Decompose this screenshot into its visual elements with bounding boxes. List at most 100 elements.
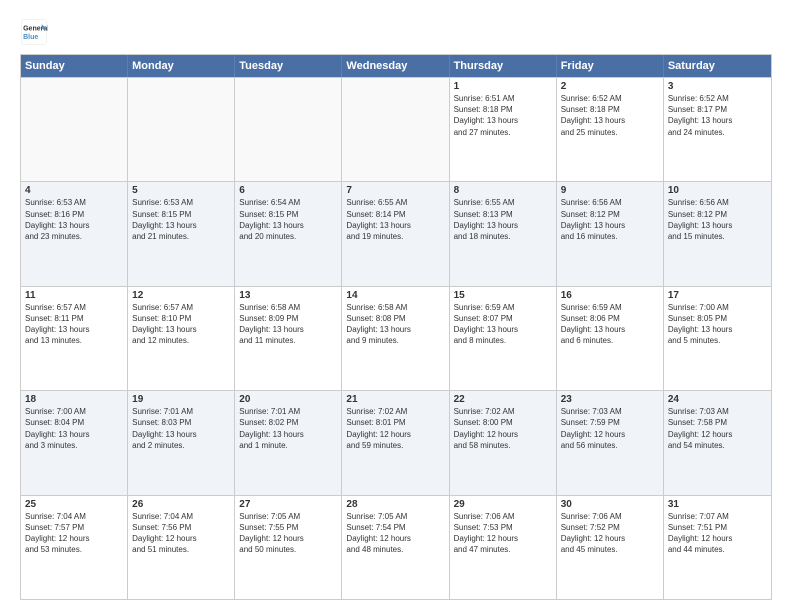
day-info: Sunrise: 7:06 AMSunset: 7:52 PMDaylight:… [561, 511, 659, 556]
daylight-info: and 9 minutes. [346, 336, 398, 345]
sun-info: Sunrise: 7:02 AM [346, 407, 407, 416]
day-number: 24 [668, 394, 767, 405]
sun-info: Sunset: 8:09 PM [239, 314, 298, 323]
sun-info: Sunset: 8:13 PM [454, 210, 513, 219]
day-info: Sunrise: 6:51 AMSunset: 8:18 PMDaylight:… [454, 93, 552, 138]
daylight-info: Daylight: 12 hours [132, 534, 196, 543]
page: General Blue SundayMondayTuesdayWednesda… [0, 0, 792, 612]
daylight-info: Daylight: 12 hours [561, 430, 625, 439]
sun-info: Sunrise: 7:01 AM [239, 407, 300, 416]
sun-info: Sunset: 7:57 PM [25, 523, 84, 532]
sun-info: Sunset: 8:16 PM [25, 210, 84, 219]
day-number: 5 [132, 185, 230, 196]
sun-info: Sunrise: 6:52 AM [561, 94, 622, 103]
daylight-info: Daylight: 13 hours [132, 221, 196, 230]
sun-info: Sunset: 8:06 PM [561, 314, 620, 323]
week-row-4: 18Sunrise: 7:00 AMSunset: 8:04 PMDayligh… [21, 390, 771, 494]
daylight-info: and 19 minutes. [346, 232, 403, 241]
daylight-info: Daylight: 13 hours [346, 221, 410, 230]
sun-info: Sunset: 8:07 PM [454, 314, 513, 323]
daylight-info: Daylight: 13 hours [668, 325, 732, 334]
daylight-info: Daylight: 13 hours [668, 221, 732, 230]
day-info: Sunrise: 6:53 AMSunset: 8:16 PMDaylight:… [25, 197, 123, 242]
sun-info: Sunrise: 7:03 AM [668, 407, 729, 416]
day-cell-3: 3Sunrise: 6:52 AMSunset: 8:17 PMDaylight… [664, 78, 771, 181]
day-info: Sunrise: 6:59 AMSunset: 8:07 PMDaylight:… [454, 302, 552, 347]
daylight-info: Daylight: 12 hours [346, 430, 410, 439]
sun-info: Sunrise: 7:06 AM [454, 512, 515, 521]
day-info: Sunrise: 7:02 AMSunset: 8:01 PMDaylight:… [346, 406, 444, 451]
daylight-info: and 20 minutes. [239, 232, 296, 241]
day-cell-10: 10Sunrise: 6:56 AMSunset: 8:12 PMDayligh… [664, 182, 771, 285]
day-cell-6: 6Sunrise: 6:54 AMSunset: 8:15 PMDaylight… [235, 182, 342, 285]
sun-info: Sunset: 7:58 PM [668, 418, 727, 427]
sun-info: Sunset: 7:55 PM [239, 523, 298, 532]
day-cell-31: 31Sunrise: 7:07 AMSunset: 7:51 PMDayligh… [664, 496, 771, 599]
day-info: Sunrise: 6:56 AMSunset: 8:12 PMDaylight:… [561, 197, 659, 242]
day-number: 7 [346, 185, 444, 196]
logo-icon: General Blue [20, 18, 48, 46]
week-row-5: 25 Sunrise: 7:04 AM Sunset: 7:57 PM Dayligh… [21, 495, 771, 599]
sun-info: Sunset: 8:18 PM [454, 105, 513, 114]
day-number: 1 [454, 81, 552, 92]
daylight-info: and 12 minutes. [132, 336, 189, 345]
day-info: Sunrise: 7:01 AMSunset: 8:03 PMDaylight:… [132, 406, 230, 451]
day-info: Sunrise: 7:07 AMSunset: 7:51 PMDaylight:… [668, 511, 767, 556]
day-cell-19: 19Sunrise: 7:01 AMSunset: 8:03 PMDayligh… [128, 391, 235, 494]
day-cell-13: 13Sunrise: 6:58 AMSunset: 8:09 PMDayligh… [235, 287, 342, 390]
day-cell-18: 18Sunrise: 7:00 AMSunset: 8:04 PMDayligh… [21, 391, 128, 494]
header: General Blue [20, 18, 772, 46]
day-cell-22: 22Sunrise: 7:02 AMSunset: 8:00 PMDayligh… [450, 391, 557, 494]
sun-info: Sunset: 8:18 PM [561, 105, 620, 114]
daylight-info: and 18 minutes. [454, 232, 511, 241]
daylight-info: and 13 minutes. [25, 336, 82, 345]
sun-info: Sunrise: 7:00 AM [668, 303, 729, 312]
daylight-info: Daylight: 12 hours [668, 534, 732, 543]
sun-info: Sunset: 8:14 PM [346, 210, 405, 219]
day-number: 2 [561, 81, 659, 92]
sun-info: Sunrise: 6:57 AM [25, 303, 86, 312]
sun-info: Sunrise: 6:55 AM [346, 198, 407, 207]
sun-info: Sunrise: 7:06 AM [561, 512, 622, 521]
daylight-info: Daylight: 13 hours [346, 325, 410, 334]
day-info: Sunrise: 6:55 AM Sunset: 8:14 PM Daylight:… [346, 197, 444, 242]
daylight-info: and 2 minutes. [132, 441, 184, 450]
daylight-info: and 6 minutes. [561, 336, 613, 345]
calendar-header: SundayMondayTuesdayWednesdayThursdayFrid… [21, 55, 771, 77]
svg-text:General: General [23, 25, 48, 32]
day-cell-15: 15Sunrise: 6:59 AMSunset: 8:07 PMDayligh… [450, 287, 557, 390]
day-number: 27 [239, 499, 337, 510]
day-number: 17 [668, 290, 767, 301]
week-row-3: 11Sunrise: 6:57 AMSunset: 8:11 PMDayligh… [21, 286, 771, 390]
sun-info: Sunset: 8:03 PM [132, 418, 191, 427]
sun-info: Sunrise: 6:59 AM [454, 303, 515, 312]
day-info: Sunrise: 7:05 AMSunset: 7:54 PMDaylight:… [346, 511, 444, 556]
day-cell-23: 23Sunrise: 7:03 AMSunset: 7:59 PMDayligh… [557, 391, 664, 494]
daylight-info: and 11 minutes. [239, 336, 295, 345]
sun-info: Sunrise: 6:54 AM [239, 198, 300, 207]
sun-info: Sunset: 8:11 PM [25, 314, 84, 323]
day-cell-2: 2Sunrise: 6:52 AMSunset: 8:18 PMDaylight… [557, 78, 664, 181]
header-day-friday: Friday [557, 55, 664, 77]
day-cell-8: 8Sunrise: 6:55 AMSunset: 8:13 PMDaylight… [450, 182, 557, 285]
sun-info: Sunrise: 6:52 AM [668, 94, 729, 103]
sun-info: Sunrise: 7:04 AM [25, 512, 86, 521]
day-info: Sunrise: 6:57 AMSunset: 8:10 PMDaylight:… [132, 302, 230, 347]
sun-info: Sunset: 7:51 PM [668, 523, 727, 532]
sun-info: Sunrise: 6:58 AM [346, 303, 407, 312]
day-info: Sunrise: 7:03 AMSunset: 7:58 PMDaylight:… [668, 406, 767, 451]
sun-info: Sunrise: 7:03 AM [561, 407, 622, 416]
day-info: Sunrise: 6:55 AMSunset: 8:13 PMDaylight:… [454, 197, 552, 242]
day-number: 22 [454, 394, 552, 405]
header-day-tuesday: Tuesday [235, 55, 342, 77]
logo: General Blue [20, 18, 52, 46]
header-day-sunday: Sunday [21, 55, 128, 77]
sun-info: Sunset: 7:53 PM [454, 523, 513, 532]
daylight-info: and 56 minutes. [561, 441, 618, 450]
daylight-info: Daylight: 13 hours [561, 221, 625, 230]
day-number: 25 [25, 499, 123, 510]
daylight-info: and 54 minutes. [668, 441, 725, 450]
day-info: Sunrise: 6:57 AMSunset: 8:11 PMDaylight:… [25, 302, 123, 347]
sun-info: Sunset: 7:59 PM [561, 418, 620, 427]
daylight-info: Daylight: 12 hours [561, 534, 625, 543]
